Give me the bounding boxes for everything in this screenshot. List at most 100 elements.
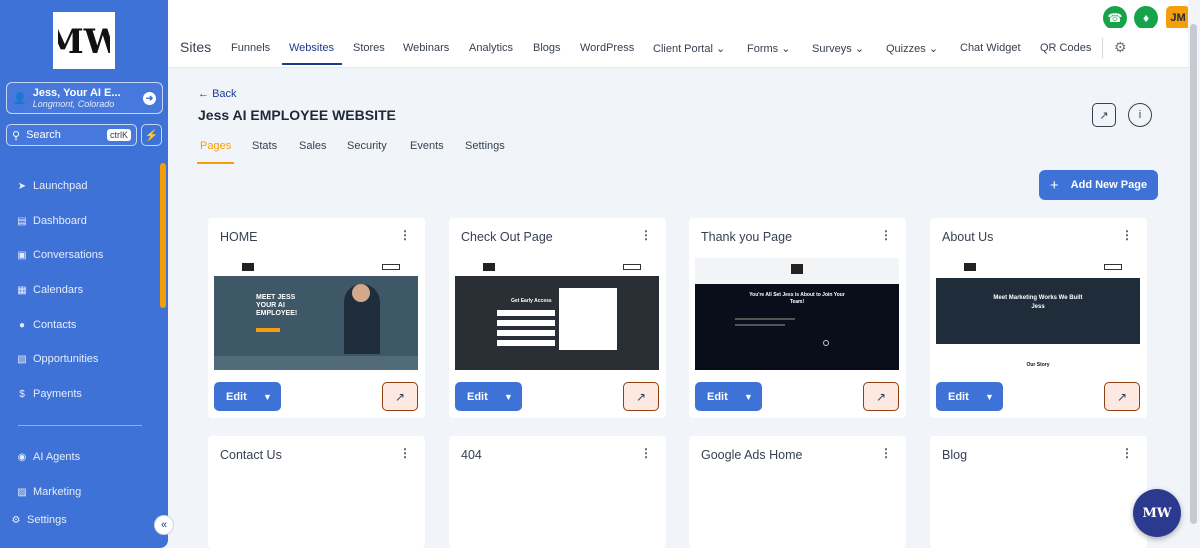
tab-funnels[interactable]: Funnels — [231, 42, 270, 54]
page-card-blog[interactable]: Blog ⋮ — [930, 436, 1147, 548]
card-title: Google Ads Home — [701, 448, 803, 462]
preview-hero: Meet Marketing Works We Built Jess — [936, 278, 1140, 344]
more-options-icon[interactable]: ⋮ — [1121, 228, 1133, 242]
tab-wordpress[interactable]: WordPress — [580, 42, 634, 54]
top-strip — [168, 0, 1188, 28]
robot-icon: ◉ — [17, 451, 27, 463]
subtab-stats[interactable]: Stats — [252, 140, 277, 152]
back-link[interactable]: ← Back — [198, 88, 237, 100]
page-preview[interactable]: You're All Set Jess is About to Join You… — [695, 258, 899, 370]
calendar-icon: ▦ — [17, 284, 27, 296]
tab-quizzes[interactable]: Quizzes ⌄ — [886, 42, 938, 55]
subtab-pages[interactable]: Pages — [200, 140, 231, 152]
tab-qr-codes[interactable]: QR Codes — [1040, 42, 1091, 54]
chat-widget-button[interactable]: MW — [1133, 489, 1181, 537]
scrollbar-thumb[interactable] — [1190, 24, 1197, 524]
more-options-icon[interactable]: ⋮ — [1121, 446, 1133, 460]
edit-button[interactable]: Edit ▼ — [936, 382, 1003, 411]
more-options-icon[interactable]: ⋮ — [880, 228, 892, 242]
nav-divider — [1102, 38, 1103, 58]
edit-button[interactable]: Edit ▼ — [455, 382, 522, 411]
sidebar-item-ai-agents[interactable]: ◉ AI Agents — [0, 447, 160, 467]
open-page-button[interactable]: ↗ — [1104, 382, 1140, 411]
sidebar-item-settings[interactable]: ⚙ Settings — [0, 510, 160, 530]
page-card-contact-us[interactable]: Contact Us ⋮ — [208, 436, 425, 548]
section-title: Sites — [180, 39, 212, 55]
tab-chat-widget[interactable]: Chat Widget — [960, 42, 1021, 54]
tab-analytics[interactable]: Analytics — [469, 42, 513, 54]
edit-label: Edit — [707, 390, 728, 403]
chevron-down-icon[interactable]: ▼ — [981, 392, 994, 402]
info-button[interactable]: i — [1128, 103, 1152, 127]
sidebar-item-marketing[interactable]: ▨ Marketing — [0, 482, 160, 502]
tab-blogs[interactable]: Blogs — [533, 42, 561, 54]
tab-webinars[interactable]: Webinars — [403, 42, 449, 54]
account-switcher[interactable]: 👤 Jess, Your AI E... Longmont, Colorado … — [6, 82, 163, 114]
sidebar-item-label: Opportunities — [33, 353, 99, 365]
open-page-button[interactable]: ↗ — [863, 382, 899, 411]
subtab-settings[interactable]: Settings — [465, 140, 505, 152]
sidebar-item-opportunities[interactable]: ▧ Opportunities — [0, 349, 160, 369]
chart-icon: ▤ — [17, 215, 27, 227]
avatar[interactable]: JM — [1166, 6, 1190, 30]
more-options-icon[interactable]: ⋮ — [640, 446, 652, 460]
phone-icon: ☎ — [1107, 11, 1123, 25]
open-site-button[interactable]: ↗ — [1092, 103, 1116, 127]
page-card-about-us[interactable]: About Us ⋮ Meet Marketing Works We Built… — [930, 218, 1147, 418]
tab-forms[interactable]: Forms ⌄ — [747, 42, 790, 55]
search-button[interactable]: ⚲ Search ctrlK — [6, 124, 137, 146]
open-page-button[interactable]: ↗ — [623, 382, 659, 411]
more-options-icon[interactable]: ⋮ — [399, 228, 411, 242]
open-page-button[interactable]: ↗ — [382, 382, 418, 411]
sidebar-item-calendars[interactable]: ▦ Calendars — [0, 280, 160, 300]
chevron-down-icon[interactable]: ▼ — [500, 392, 513, 402]
sidebar-item-dashboard[interactable]: ▤ Dashboard — [0, 211, 160, 231]
page-preview[interactable]: MEET JESS YOUR AI EMPLOYEE! — [214, 258, 418, 370]
sidebar-item-payments[interactable]: $ Payments — [0, 384, 160, 404]
subtab-events[interactable]: Events — [410, 140, 444, 152]
edit-button[interactable]: Edit ▼ — [214, 382, 281, 411]
settings-gear-icon[interactable]: ⚙ — [1114, 39, 1127, 56]
tab-surveys[interactable]: Surveys ⌄ — [812, 42, 864, 55]
sidebar-scrollbar[interactable] — [160, 163, 166, 308]
sidebar-item-contacts[interactable]: ● Contacts — [0, 315, 160, 335]
page-card-google-ads-home[interactable]: Google Ads Home ⋮ — [689, 436, 906, 548]
card-title: About Us — [942, 230, 994, 244]
chat-icon: ▣ — [17, 249, 27, 261]
tab-websites[interactable]: Websites — [289, 42, 334, 54]
page-card-home[interactable]: HOME ⋮ MEET JESS YOUR AI EMPLOYEE! Edit ▼… — [208, 218, 425, 418]
page-preview[interactable]: Get Early Access — [455, 258, 659, 370]
notifications-button[interactable]: ♦ — [1134, 6, 1158, 30]
chevron-down-icon[interactable]: ▼ — [259, 392, 272, 402]
subtab-sales[interactable]: Sales — [299, 140, 327, 152]
page-preview[interactable]: Meet Marketing Works We Built Jess Our S… — [936, 258, 1140, 370]
company-logo[interactable]: MW — [53, 12, 115, 69]
sidebar-item-conversations[interactable]: ▣ Conversations — [0, 245, 160, 265]
tab-stores[interactable]: Stores — [353, 42, 385, 54]
collapse-sidebar-button[interactable]: « — [154, 515, 174, 535]
subtab-security[interactable]: Security — [347, 140, 387, 152]
rocket-icon: ➤ — [17, 180, 27, 192]
page-card-404[interactable]: 404 ⋮ — [449, 436, 666, 548]
page-card-thank-you[interactable]: Thank you Page ⋮ You're All Set Jess is … — [689, 218, 906, 418]
sidebar-item-launchpad[interactable]: ➤ Launchpad — [0, 176, 160, 196]
external-link-icon: ↗ — [875, 389, 887, 404]
page-scrollbar[interactable] — [1188, 0, 1200, 548]
more-options-icon[interactable]: ⋮ — [399, 446, 411, 460]
sidebar-item-label: Conversations — [33, 249, 104, 261]
external-link-icon: ↗ — [1099, 109, 1109, 122]
page-card-check-out[interactable]: Check Out Page ⋮ Get Early Access Edit ▼ … — [449, 218, 666, 418]
preview-face — [352, 284, 370, 302]
more-options-icon[interactable]: ⋮ — [880, 446, 892, 460]
more-options-icon[interactable]: ⋮ — [640, 228, 652, 242]
quick-actions-button[interactable]: ⚡ — [141, 124, 162, 146]
add-new-page-button[interactable]: + Add New Page — [1039, 170, 1158, 200]
phone-button[interactable]: ☎ — [1103, 6, 1127, 30]
edit-label: Edit — [226, 390, 247, 403]
tab-client-portal[interactable]: Client Portal ⌄ — [653, 42, 725, 55]
external-link-icon: ↗ — [394, 389, 406, 404]
edit-button[interactable]: Edit ▼ — [695, 382, 762, 411]
sidebar-item-label: AI Agents — [33, 451, 81, 463]
preview-nav — [214, 258, 418, 276]
chevron-down-icon[interactable]: ▼ — [740, 392, 753, 402]
